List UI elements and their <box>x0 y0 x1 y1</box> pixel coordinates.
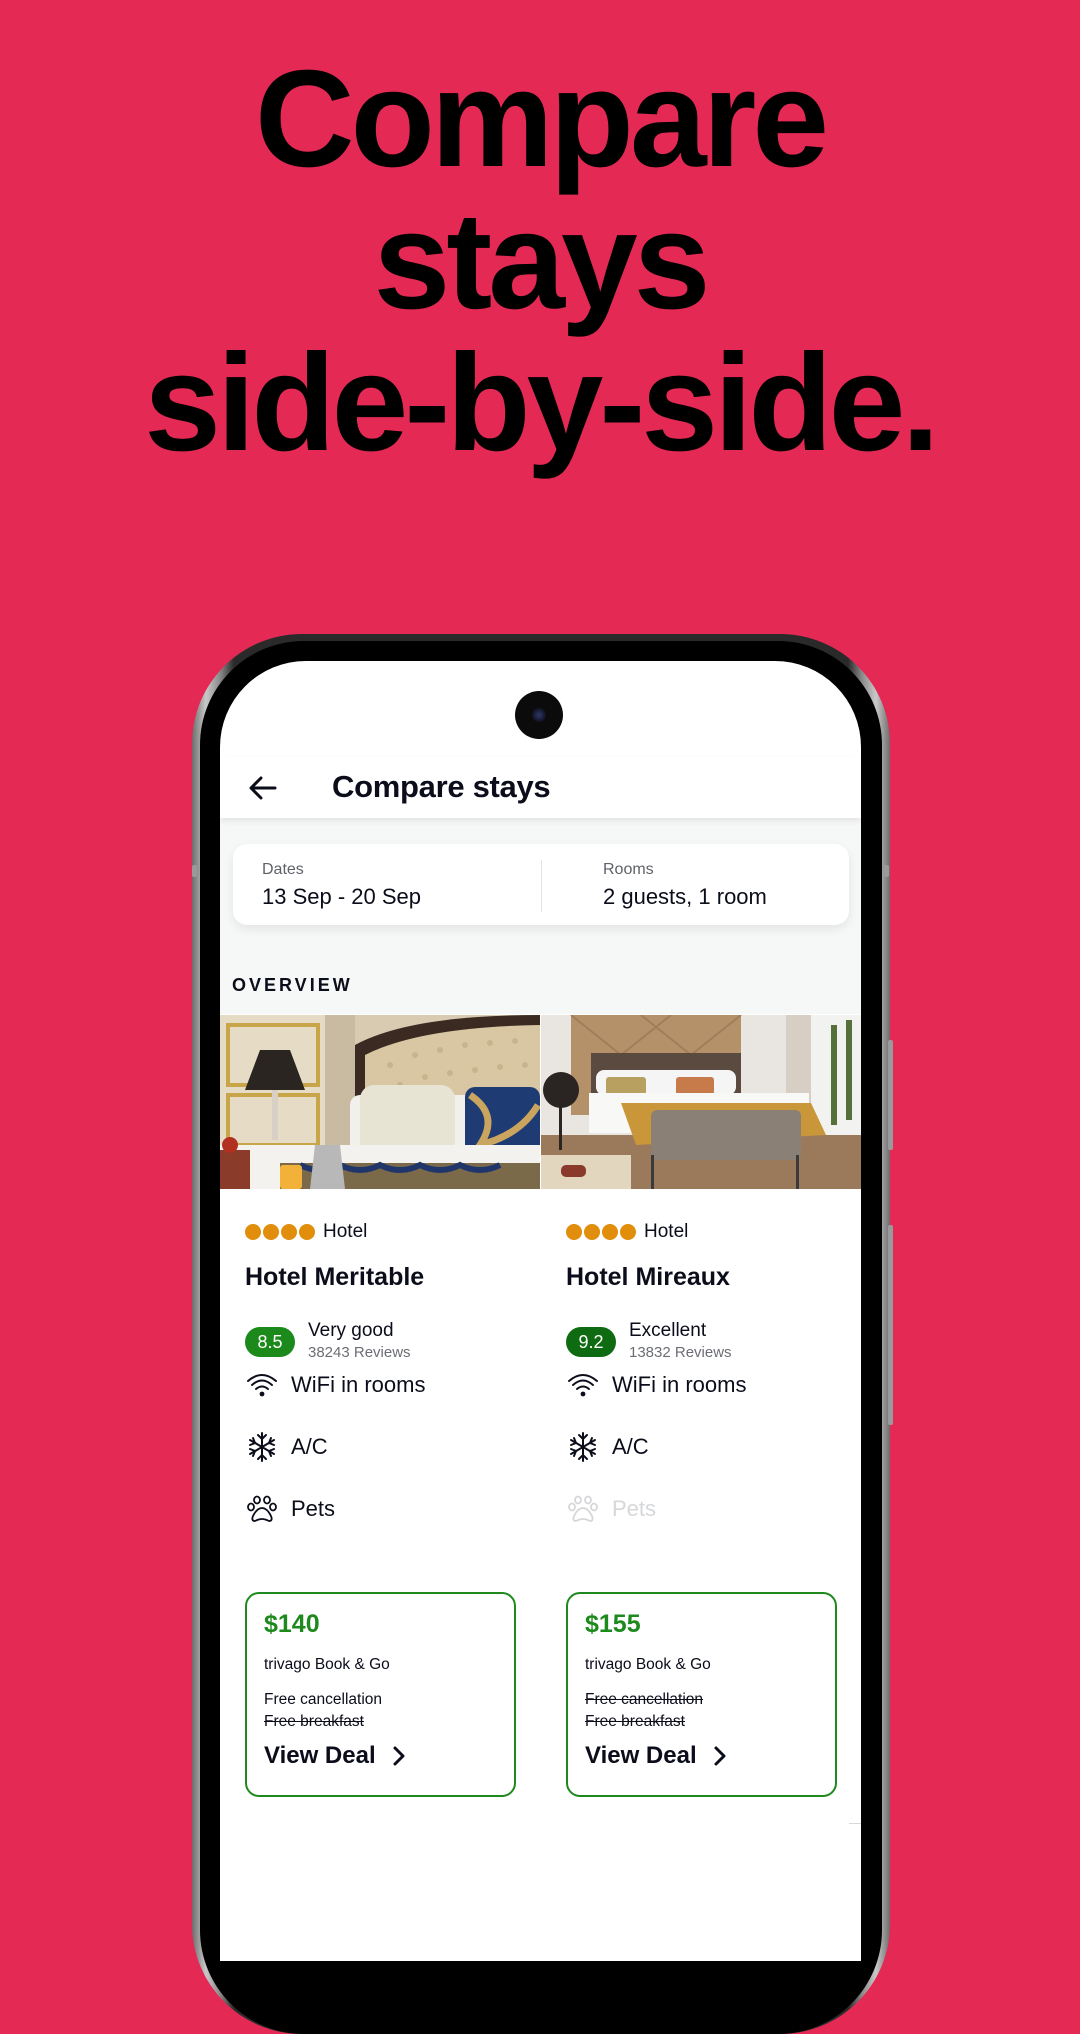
review-count: 13832 Reviews <box>629 1344 732 1361</box>
star-rating: Hotel <box>566 1221 688 1243</box>
overview-section-label: OVERVIEW <box>232 975 353 995</box>
paw-icon <box>245 1493 279 1525</box>
deal-card[interactable]: $140 trivago Book & Go Free cancellation… <box>245 1592 516 1797</box>
view-deal-button[interactable]: View Deal <box>585 1742 727 1770</box>
snowflake-icon <box>566 1431 600 1463</box>
phone-volume-button <box>888 1040 893 1150</box>
deal-provider: trivago Book & Go <box>264 1656 390 1673</box>
perk-free-cancellation: Free cancellation <box>585 1691 704 1708</box>
star-dot-icon <box>584 1224 600 1240</box>
scroll-indicator-line <box>849 1823 861 1824</box>
phone-side-button-right <box>884 865 889 877</box>
perk-free-cancellation: Free cancellation <box>264 1691 383 1708</box>
headline-line-3: side-by-side. <box>144 326 940 480</box>
rating-badge: 8.5 <box>245 1327 295 1357</box>
hotel-photo-right[interactable] <box>541 1015 861 1189</box>
page-title: Compare stays <box>332 769 551 804</box>
amenity-wifi: WiFi in rooms <box>566 1369 746 1401</box>
star-dot-icon <box>299 1224 315 1240</box>
wifi-icon <box>566 1369 600 1401</box>
star-dot-icon <box>281 1224 297 1240</box>
amenity-label: Pets <box>291 1496 336 1521</box>
rating-word: Excellent <box>629 1320 707 1341</box>
hotel-name[interactable]: Hotel Mireaux <box>566 1263 730 1292</box>
dates-label: Dates <box>262 861 304 878</box>
promo-headline: Compare stays side-by-side. <box>0 48 1080 474</box>
headline-line-2: stays <box>373 184 711 338</box>
app-bar: Compare stays <box>220 757 861 818</box>
star-rating: Hotel <box>245 1221 367 1243</box>
phone-power-button <box>888 1225 893 1425</box>
rooms-field[interactable]: Rooms 2 guests, 1 room <box>542 844 849 925</box>
star-dot-icon <box>263 1224 279 1240</box>
arrow-left-icon <box>249 776 277 800</box>
amenity-wifi: WiFi in rooms <box>245 1369 425 1401</box>
hotel-name[interactable]: Hotel Meritable <box>245 1263 424 1292</box>
star-dot-icon <box>566 1224 582 1240</box>
hotel-room-photo-tufted-headboard <box>220 1015 540 1189</box>
amenity-ac: A/C <box>245 1431 328 1463</box>
review-rating: 8.5 Very good 38243 Reviews <box>245 1319 411 1363</box>
deal-provider: trivago Book & Go <box>585 1656 711 1673</box>
accommodation-type: Hotel <box>644 1221 689 1242</box>
perk-free-breakfast: Free breakfast <box>264 1713 364 1730</box>
review-count: 38243 Reviews <box>308 1344 411 1361</box>
amenity-pets-unavailable: Pets <box>566 1493 656 1525</box>
dates-value: 13 Sep - 20 Sep <box>262 884 422 909</box>
rating-word: Very good <box>308 1320 394 1341</box>
amenity-label: A/C <box>612 1434 649 1459</box>
amenity-pets: Pets <box>245 1493 335 1525</box>
hotel-room-photo-bench-bed <box>541 1015 861 1189</box>
dates-field[interactable]: Dates 13 Sep - 20 Sep <box>233 844 541 925</box>
headline-line-1: Compare <box>254 42 829 196</box>
front-camera <box>515 691 563 739</box>
view-deal-label: View Deal <box>585 1742 697 1769</box>
amenity-label: Pets <box>612 1496 657 1521</box>
star-dot-icon <box>245 1224 261 1240</box>
rating-badge: 9.2 <box>566 1327 616 1357</box>
back-button[interactable] <box>246 771 280 805</box>
accommodation-type: Hotel <box>323 1221 368 1242</box>
chevron-right-icon <box>714 1746 726 1766</box>
perk-free-breakfast: Free breakfast <box>585 1713 685 1730</box>
rooms-label: Rooms <box>603 861 654 878</box>
phone-side-button-left <box>192 865 197 877</box>
snowflake-icon <box>245 1431 279 1463</box>
chevron-right-icon <box>393 1746 405 1766</box>
star-dot-icon <box>602 1224 618 1240</box>
rooms-value: 2 guests, 1 room <box>603 884 767 909</box>
review-rating: 9.2 Excellent 13832 Reviews <box>566 1319 732 1363</box>
wifi-icon <box>245 1369 279 1401</box>
hotel-column: Hotel Hotel Mireaux 9.2 Excellent 13832 … <box>541 1189 861 1889</box>
deal-price: $140 <box>264 1610 320 1638</box>
amenity-ac: A/C <box>566 1431 649 1463</box>
deal-card[interactable]: $155 trivago Book & Go Free cancellation… <box>566 1592 837 1797</box>
hotel-column: Hotel Hotel Meritable 8.5 Very good 3824… <box>220 1189 540 1889</box>
star-dot-icon <box>620 1224 636 1240</box>
deal-price: $155 <box>585 1610 641 1638</box>
hotel-photo-left[interactable] <box>220 1015 540 1189</box>
amenity-label: WiFi in rooms <box>612 1372 747 1397</box>
search-summary-card: Dates 13 Sep - 20 Sep Rooms 2 guests, 1 … <box>233 844 849 925</box>
view-deal-button[interactable]: View Deal <box>264 1742 406 1770</box>
phone-screen: Compare stays Dates 13 Sep - 20 Sep Room… <box>220 661 861 1961</box>
paw-icon <box>566 1493 600 1525</box>
view-deal-label: View Deal <box>264 1742 376 1769</box>
amenity-label: A/C <box>291 1434 328 1459</box>
amenity-label: WiFi in rooms <box>291 1372 426 1397</box>
